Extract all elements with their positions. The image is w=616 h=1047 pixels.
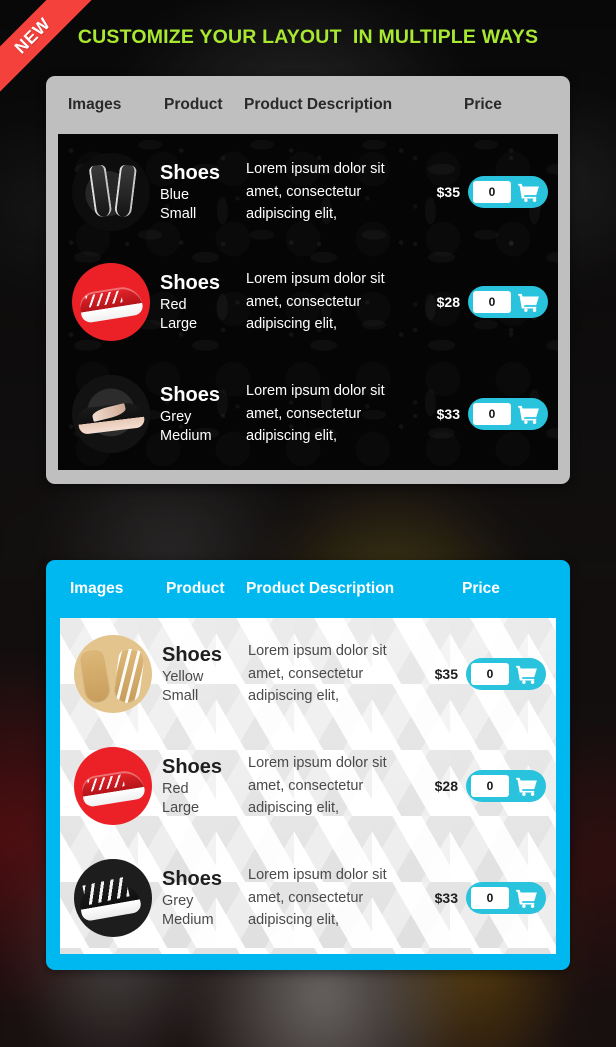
product-size: Small — [162, 687, 199, 704]
add-to-cart-control[interactable] — [468, 286, 548, 318]
product-price: $35 — [434, 666, 458, 682]
quantity-input[interactable] — [473, 181, 511, 203]
add-to-cart-button[interactable] — [511, 885, 541, 911]
table-row: Shoes Yellow Small Lorem ipsum dolor sit… — [60, 618, 556, 730]
dark-product-table-panel: Images Product Product Description Price… — [46, 76, 570, 484]
product-cell: Shoes Grey Medium — [160, 383, 246, 446]
shopping-cart-icon — [517, 293, 539, 312]
red-sneakers-thumb — [72, 263, 150, 341]
header-description: Product Description — [246, 580, 395, 597]
table-row: Shoes Grey Medium Lorem ipsum dolor sit … — [58, 358, 558, 470]
product-color: Grey — [160, 409, 192, 426]
page-root: NEW CUSTOMIZE YOUR LAYOUT IN MULTIPLE WA… — [0, 0, 616, 1047]
product-price: $35 — [436, 184, 460, 200]
light-table-body: Shoes Yellow Small Lorem ipsum dolor sit… — [60, 618, 556, 954]
product-description: Lorem ipsum dolor sit amet, consectetur … — [246, 271, 385, 333]
shopping-cart-icon — [515, 665, 537, 684]
add-to-cart-control[interactable] — [468, 176, 548, 208]
shopping-cart-icon — [517, 183, 539, 202]
black-white-sneakers-thumb — [74, 859, 152, 937]
add-to-cart-control[interactable] — [466, 658, 546, 690]
add-to-cart-button[interactable] — [513, 289, 543, 315]
product-cell: Shoes Blue Small — [160, 161, 246, 224]
black-sneakers-thumb — [72, 153, 150, 231]
add-to-cart-control[interactable] — [466, 882, 546, 914]
product-size: Small — [160, 205, 197, 222]
shopping-cart-icon — [515, 889, 537, 908]
product-cell: Shoes Yellow Small — [162, 643, 248, 706]
shopping-cart-icon — [517, 405, 539, 424]
header-description: Product Description — [244, 96, 393, 113]
product-size: Medium — [160, 427, 212, 444]
new-ribbon: NEW — [0, 0, 100, 100]
quantity-input[interactable] — [471, 663, 509, 685]
product-size: Large — [160, 315, 198, 332]
dark-table-body: Shoes Blue Small Lorem ipsum dolor sit a… — [58, 134, 558, 470]
product-description: Lorem ipsum dolor sit amet, consectetur … — [248, 643, 387, 705]
quantity-input[interactable] — [471, 775, 509, 797]
dark-table-header-row: Images Product Product Description Price — [58, 76, 558, 134]
product-size: Large — [162, 799, 200, 816]
light-table-header-row: Images Product Product Description Price — [60, 560, 556, 618]
product-color: Grey — [162, 893, 194, 910]
red-sneakers-thumb — [74, 747, 152, 825]
yellow-sneakers-thumb — [74, 635, 152, 713]
product-size: Medium — [162, 911, 214, 928]
add-to-cart-button[interactable] — [511, 661, 541, 687]
product-price: $33 — [434, 890, 458, 906]
product-color: Yellow — [162, 669, 204, 686]
product-description: Lorem ipsum dolor sit amet, consectetur … — [246, 161, 385, 223]
header-price: Price — [464, 96, 502, 113]
product-name: Shoes — [160, 161, 221, 184]
product-color: Red — [162, 781, 189, 798]
table-row: Shoes Grey Medium Lorem ipsum dolor sit … — [60, 842, 556, 954]
table-row: Shoes Red Large Lorem ipsum dolor sit am… — [58, 246, 558, 358]
add-to-cart-button[interactable] — [513, 179, 543, 205]
product-name: Shoes — [160, 271, 221, 294]
add-to-cart-control[interactable] — [468, 398, 548, 430]
product-name: Shoes — [160, 383, 221, 406]
product-color: Red — [160, 297, 187, 314]
product-description: Lorem ipsum dolor sit amet, consectetur … — [248, 755, 387, 817]
product-cell: Shoes Grey Medium — [162, 867, 248, 930]
add-to-cart-button[interactable] — [513, 401, 543, 427]
product-name: Shoes — [162, 755, 223, 778]
product-cell: Shoes Red Large — [160, 271, 246, 334]
shopping-cart-icon — [515, 777, 537, 796]
quantity-input[interactable] — [473, 291, 511, 313]
light-product-table-panel: Images Product Product Description Price… — [46, 560, 570, 970]
product-cell: Shoes Red Large — [162, 755, 248, 818]
new-ribbon-label: NEW — [0, 0, 98, 100]
table-row: Shoes Red Large Lorem ipsum dolor sit am… — [60, 730, 556, 842]
table-row: Shoes Blue Small Lorem ipsum dolor sit a… — [58, 134, 558, 246]
quantity-input[interactable] — [473, 403, 511, 425]
header-product: Product — [166, 580, 225, 597]
header-images: Images — [70, 580, 124, 597]
product-description: Lorem ipsum dolor sit amet, consectetur … — [248, 867, 387, 929]
product-color: Blue — [160, 187, 190, 204]
product-price: $28 — [434, 778, 458, 794]
quantity-input[interactable] — [471, 887, 509, 909]
product-description: Lorem ipsum dolor sit amet, consectetur … — [246, 383, 385, 445]
product-name: Shoes — [162, 867, 223, 890]
add-to-cart-button[interactable] — [511, 773, 541, 799]
header-product: Product — [164, 96, 223, 113]
add-to-cart-control[interactable] — [466, 770, 546, 802]
product-price: $33 — [436, 406, 460, 422]
product-name: Shoes — [162, 643, 223, 666]
grey-sneakers-thumb — [72, 375, 150, 453]
header-price: Price — [462, 580, 500, 597]
product-price: $28 — [436, 294, 460, 310]
